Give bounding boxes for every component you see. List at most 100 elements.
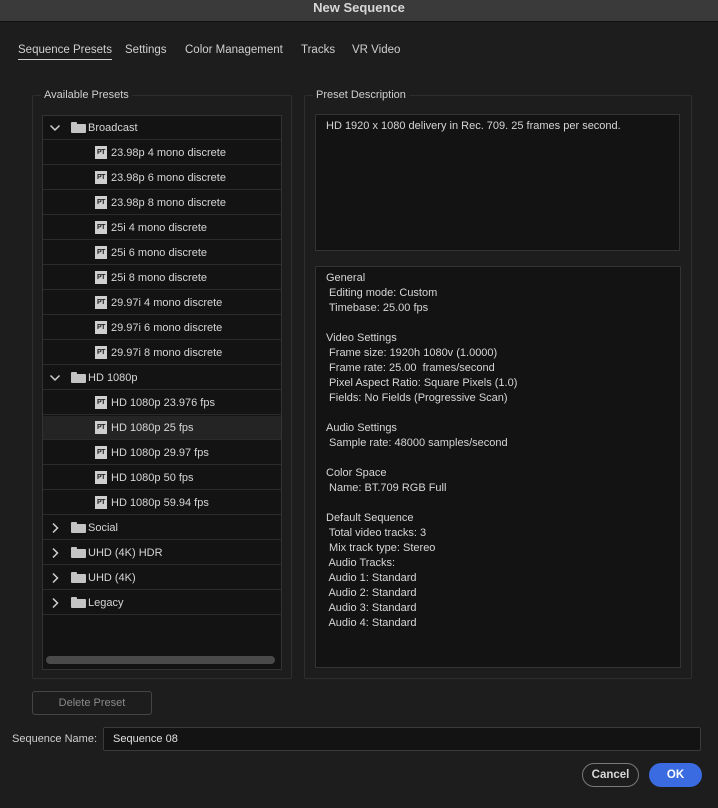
- detail-line: Mix track type: Stereo: [326, 542, 436, 554]
- tree-preset-row[interactable]: PT 29.97i 4 mono discrete: [43, 291, 281, 315]
- preset-file-icon: PT: [95, 221, 107, 234]
- detail-line: [326, 406, 670, 421]
- tree-folder-label: Social: [88, 522, 118, 534]
- detail-line: Total video tracks: 3: [326, 527, 427, 539]
- tab-settings[interactable]: Settings: [125, 44, 167, 56]
- detail-line: Audio 2: Standard: [326, 587, 417, 599]
- preset-file-icon: PT: [95, 346, 107, 359]
- detail-line: Editing mode: Custom: [326, 287, 438, 299]
- tree-preset-label: 29.97i 4 mono discrete: [111, 297, 223, 309]
- tree-horizontal-scrollbar[interactable]: [46, 656, 275, 664]
- preset-file-icon: PT: [95, 171, 107, 184]
- folder-icon: [71, 122, 86, 133]
- cancel-button[interactable]: Cancel: [582, 763, 639, 787]
- detail-line: Default Sequence: [326, 512, 414, 524]
- tree-preset-row[interactable]: PT HD 1080p 29.97 fps: [43, 441, 281, 465]
- tree-preset-label: HD 1080p 25 fps: [111, 422, 194, 434]
- tree-preset-label: 25i 8 mono discrete: [111, 272, 207, 284]
- tree-preset-row[interactable]: PT 23.98p 8 mono discrete: [43, 191, 281, 215]
- detail-line: Color Space: [326, 467, 387, 479]
- tree-preset-row[interactable]: PT HD 1080p 50 fps: [43, 466, 281, 490]
- tree-preset-row[interactable]: PT 23.98p 4 mono discrete: [43, 141, 281, 165]
- tab-color-management[interactable]: Color Management: [185, 44, 283, 56]
- detail-line: Fields: No Fields (Progressive Scan): [326, 392, 508, 404]
- detail-line: Audio 4: Standard: [326, 617, 417, 629]
- tree-preset-label: 25i 4 mono discrete: [111, 222, 207, 234]
- folder-icon: [71, 522, 86, 533]
- folder-icon: [71, 372, 86, 383]
- tab-tracks[interactable]: Tracks: [301, 44, 335, 56]
- tree-preset-label: 23.98p 8 mono discrete: [111, 197, 226, 209]
- window-title: New Sequence: [0, 0, 718, 22]
- tree-preset-label: 23.98p 4 mono discrete: [111, 147, 226, 159]
- tree-preset-label: 29.97i 6 mono discrete: [111, 322, 223, 334]
- chevron-right-icon[interactable]: [49, 541, 61, 565]
- preset-file-icon: PT: [95, 446, 107, 459]
- detail-line: Audio 3: Standard: [326, 602, 417, 614]
- tree-preset-label: 29.97i 8 mono discrete: [111, 347, 223, 359]
- folder-icon: [71, 547, 86, 558]
- detail-line: Name: BT.709 RGB Full: [326, 482, 447, 494]
- chevron-right-icon[interactable]: [49, 566, 61, 590]
- preset-file-icon: PT: [95, 271, 107, 284]
- tree-folder-row[interactable]: UHD (4K) HDR: [43, 541, 281, 565]
- chevron-right-icon[interactable]: [49, 591, 61, 615]
- chevron-right-icon[interactable]: [49, 516, 61, 540]
- preset-file-icon: PT: [95, 396, 107, 409]
- preset-description-text: HD 1920 x 1080 delivery in Rec. 709. 25 …: [315, 114, 680, 251]
- tree-preset-row[interactable]: PT 29.97i 6 mono discrete: [43, 316, 281, 340]
- preset-file-icon: PT: [95, 146, 107, 159]
- tree-preset-row[interactable]: PT HD 1080p 23.976 fps: [43, 391, 281, 415]
- tab-vr-video[interactable]: VR Video: [352, 44, 400, 56]
- detail-line: Audio Tracks:: [326, 557, 396, 569]
- preset-file-icon: PT: [95, 196, 107, 209]
- detail-line: Pixel Aspect Ratio: Square Pixels (1.0): [326, 377, 518, 389]
- preset-file-icon: PT: [95, 496, 107, 509]
- sequence-name-input[interactable]: [103, 727, 701, 751]
- tree-folder-row[interactable]: UHD (4K): [43, 566, 281, 590]
- tree-folder-label: Broadcast: [88, 122, 138, 134]
- detail-line: Sample rate: 48000 samples/second: [326, 437, 508, 449]
- tree-preset-row[interactable]: PT 25i 8 mono discrete: [43, 266, 281, 290]
- tree-preset-row[interactable]: PT HD 1080p 25 fps: [43, 416, 281, 440]
- presets-tree: Broadcast PT 23.98p 4 mono discrete PT 23.98…: [42, 115, 282, 670]
- tree-preset-label: HD 1080p 59.94 fps: [111, 497, 209, 509]
- folder-icon: [71, 597, 86, 608]
- tree-folder-row[interactable]: Broadcast: [43, 116, 281, 140]
- sequence-name-label: Sequence Name:: [12, 733, 97, 745]
- tree-folder-row[interactable]: Legacy: [43, 591, 281, 615]
- preset-file-icon: PT: [95, 296, 107, 309]
- detail-line: Audio 1: Standard: [326, 572, 417, 584]
- tree-preset-label: HD 1080p 29.97 fps: [111, 447, 209, 459]
- tree-preset-label: HD 1080p 50 fps: [111, 472, 194, 484]
- detail-line: Frame size: 1920h 1080v (1.0000): [326, 347, 498, 359]
- tree-preset-label: HD 1080p 23.976 fps: [111, 397, 215, 409]
- tree-preset-row[interactable]: PT HD 1080p 59.94 fps: [43, 491, 281, 515]
- chevron-down-icon[interactable]: [49, 366, 61, 390]
- detail-line: Timebase: 25.00 fps: [326, 302, 429, 314]
- tab-sequence-presets[interactable]: Sequence Presets: [18, 44, 112, 60]
- tree-folder-label: HD 1080p: [88, 372, 138, 384]
- delete-preset-button[interactable]: Delete Preset: [32, 691, 152, 715]
- preset-file-icon: PT: [95, 421, 107, 434]
- detail-line: [326, 316, 670, 331]
- ok-button[interactable]: OK: [649, 763, 702, 787]
- tree-folder-row[interactable]: HD 1080p: [43, 366, 281, 390]
- tree-preset-label: 23.98p 6 mono discrete: [111, 172, 226, 184]
- tree-folder-label: UHD (4K) HDR: [88, 547, 163, 559]
- preset-file-icon: PT: [95, 321, 107, 334]
- preset-details: General Editing mode: Custom Timebase: 2…: [315, 266, 681, 668]
- tree-folder-label: Legacy: [88, 597, 124, 609]
- detail-line: Frame rate: 25.00 frames/second: [326, 362, 495, 374]
- tree-preset-row[interactable]: PT 25i 6 mono discrete: [43, 241, 281, 265]
- tree-folder-label: UHD (4K): [88, 572, 136, 584]
- preset-file-icon: PT: [95, 246, 107, 259]
- tree-folder-row[interactable]: Social: [43, 516, 281, 540]
- tree-preset-label: 25i 6 mono discrete: [111, 247, 207, 259]
- tree-preset-row[interactable]: PT 25i 4 mono discrete: [43, 216, 281, 240]
- tree-preset-row[interactable]: PT 29.97i 8 mono discrete: [43, 341, 281, 365]
- chevron-down-icon[interactable]: [49, 116, 61, 140]
- detail-line: General: [326, 272, 366, 284]
- tree-preset-row[interactable]: PT 23.98p 6 mono discrete: [43, 166, 281, 190]
- detail-line: Video Settings: [326, 332, 397, 344]
